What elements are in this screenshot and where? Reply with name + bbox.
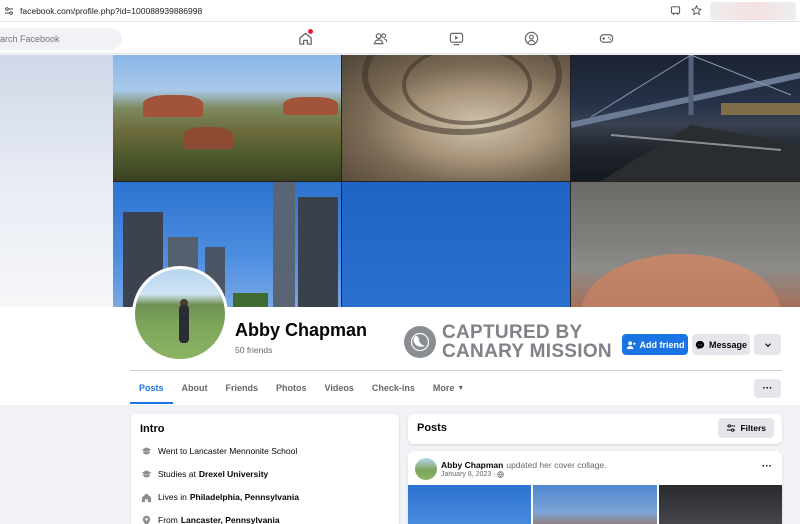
groups-icon[interactable]: [519, 27, 543, 49]
post-author-avatar[interactable]: [415, 458, 437, 480]
facebook-top-nav: [0, 22, 800, 54]
gaming-icon[interactable]: [594, 27, 618, 49]
messenger-icon: [695, 340, 705, 349]
cover-photo-bridge-night[interactable]: [571, 55, 800, 181]
location-icon: [140, 514, 152, 524]
tab-friends[interactable]: Friends: [217, 372, 268, 404]
tab-check-ins[interactable]: Check-ins: [363, 372, 424, 404]
notification-dot: [308, 29, 313, 34]
post-date-row: January 8, 2023 ·: [441, 471, 505, 478]
blurred-extension-area: [710, 1, 796, 20]
post-card: Abby Chapman updated her cover collage. J…: [408, 451, 782, 524]
watermark-line-1: CAPTURED BY: [442, 322, 583, 343]
message-label: Message: [708, 339, 748, 350]
post-action-text: updated her cover collage.: [506, 460, 607, 470]
school-icon: [140, 445, 152, 457]
search-input[interactable]: [0, 28, 122, 50]
profile-name: Abby Chapman: [235, 320, 368, 340]
left-blank-area: [0, 55, 113, 315]
intro-item-from: From Lancaster, Pennsylvania: [140, 514, 280, 524]
post-date[interactable]: January 8, 2023 ·: [441, 471, 495, 478]
profile-options-button[interactable]: [754, 334, 781, 355]
post-image[interactable]: [533, 485, 657, 524]
intro-title: Intro: [140, 423, 165, 435]
post-options-button[interactable]: ···: [762, 461, 772, 472]
canary-bird-icon: [404, 326, 436, 358]
intro-item-lives-in: Lives in Philadelphia, Pennsylvania: [140, 491, 299, 503]
university-link[interactable]: Drexel University: [199, 469, 268, 479]
cover-photo-sedona[interactable]: [113, 55, 341, 181]
profile-avatar[interactable]: [132, 266, 228, 362]
watermark-line-2: CANARY MISSION: [442, 341, 612, 362]
cover-photo-blue-sky[interactable]: [342, 182, 570, 307]
chevron-down-icon: [764, 342, 771, 347]
caret-down-icon: ▼: [457, 384, 465, 392]
tune-icon[interactable]: [4, 6, 14, 16]
globe-icon: [497, 471, 505, 478]
intro-item-text: Lives in: [158, 492, 187, 502]
star-icon[interactable]: [689, 4, 703, 18]
browser-address-bar[interactable]: facebook.com/profile.php?id=100088939886…: [0, 0, 800, 22]
add-friend-label: Add friend: [639, 339, 685, 350]
friend-count[interactable]: 50 friends: [235, 345, 272, 355]
header-divider: [130, 370, 782, 371]
intro-card: Intro Went to Lancaster Mennonite School…: [131, 414, 399, 524]
friends-icon[interactable]: [368, 27, 392, 49]
tab-about[interactable]: About: [173, 372, 217, 404]
tab-more[interactable]: More ▼: [424, 372, 473, 404]
more-options-button[interactable]: ···: [754, 379, 781, 398]
current-city-link[interactable]: Philadelphia, Pennsylvania: [190, 492, 299, 502]
add-friend-icon: [626, 340, 636, 349]
filters-label: Filters: [740, 423, 766, 433]
intro-item-text: Studies at: [158, 469, 196, 479]
add-friend-button[interactable]: Add friend: [622, 334, 688, 355]
intro-item-school: Went to Lancaster Mennonite School: [140, 445, 297, 457]
post-author-name[interactable]: Abby Chapman: [441, 460, 503, 470]
intro-item-text: Went to Lancaster Mennonite School: [158, 446, 298, 456]
home-icon: [140, 491, 152, 503]
cover-photo-arch[interactable]: [571, 182, 800, 307]
canary-mission-watermark: CAPTURED BY CANARY MISSION: [404, 322, 612, 362]
intro-item-text: From: [158, 515, 178, 524]
tab-posts[interactable]: Posts: [130, 372, 173, 404]
posts-title: Posts: [417, 422, 447, 434]
tab-videos[interactable]: Videos: [316, 372, 363, 404]
message-button[interactable]: Message: [692, 334, 750, 355]
post-header-line: Abby Chapman updated her cover collage.: [441, 460, 607, 470]
home-icon[interactable]: [293, 27, 317, 49]
post-image[interactable]: [658, 485, 782, 524]
posts-header-card: Posts Filters: [408, 414, 782, 444]
profile-tabs: Posts About Friends Photos Videos Check-…: [130, 372, 473, 404]
filters-button[interactable]: Filters: [718, 418, 774, 438]
tab-photos[interactable]: Photos: [267, 372, 316, 404]
cover-collage[interactable]: [113, 55, 800, 307]
tab-more-label: More: [432, 383, 455, 393]
intro-item-university: Studies at Drexel University: [140, 468, 268, 480]
url-text[interactable]: facebook.com/profile.php?id=100088939886…: [20, 6, 668, 16]
school-icon: [140, 468, 152, 480]
cover-photo-colosseum[interactable]: [342, 55, 570, 181]
filters-icon: [727, 424, 736, 432]
hometown-link[interactable]: Lancaster, Pennsylvania: [181, 515, 280, 524]
post-images[interactable]: [408, 485, 782, 524]
cast-icon[interactable]: [668, 4, 682, 18]
post-image[interactable]: [408, 485, 532, 524]
watch-icon[interactable]: [444, 27, 468, 49]
